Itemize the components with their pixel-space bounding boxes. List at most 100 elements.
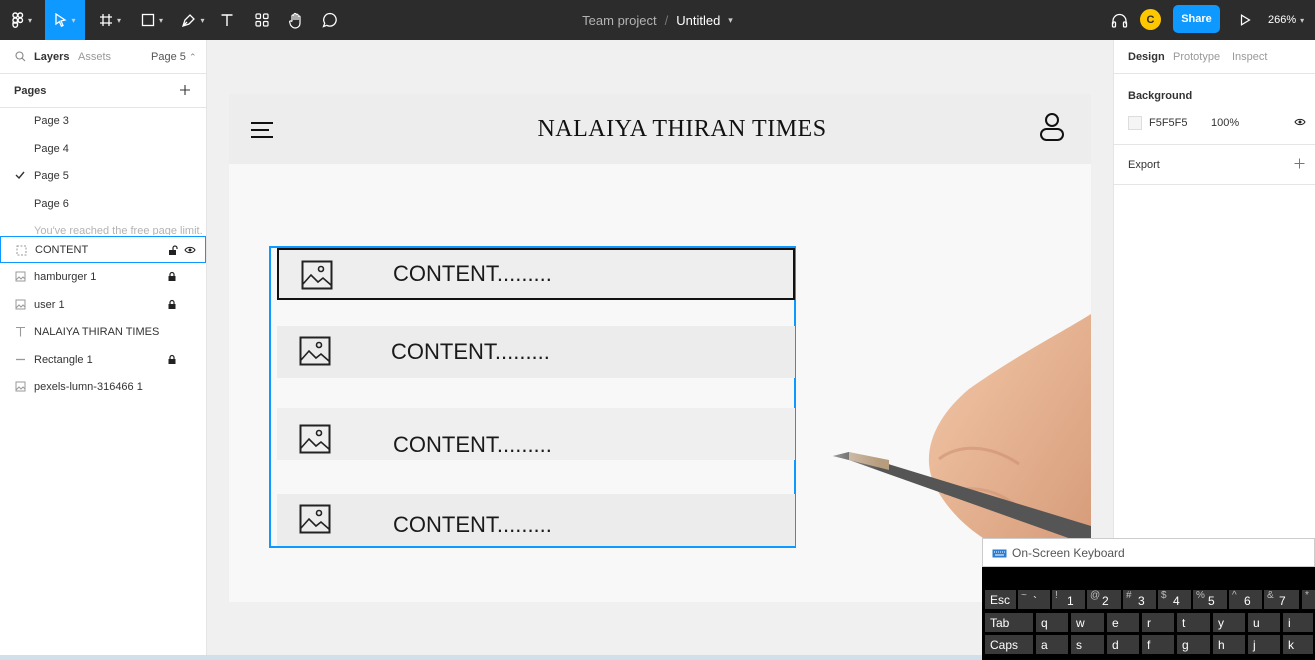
keyboard-key[interactable]: e: [1107, 613, 1139, 632]
page-frame[interactable]: NALAIYA THIRAN TIMES CONTENT......... CO…: [229, 94, 1091, 602]
pen-tool-button[interactable]: ▾: [177, 0, 209, 40]
keyboard-key[interactable]: h: [1213, 635, 1245, 654]
lock-icon[interactable]: [167, 354, 177, 365]
keyboard-key[interactable]: ^ 6: [1229, 590, 1262, 609]
page-item-page-5[interactable]: Page 5: [34, 170, 69, 182]
content-row[interactable]: CONTENT.........: [277, 408, 795, 460]
key-label: f: [1147, 638, 1151, 652]
text-tool-button[interactable]: [217, 0, 237, 40]
add-page-icon[interactable]: [179, 84, 191, 96]
site-title[interactable]: NALAIYA THIRAN TIMES: [229, 116, 1091, 143]
background-hex-input[interactable]: F5F5F5: [1149, 117, 1188, 129]
keyboard-key[interactable]: a: [1036, 635, 1068, 654]
content-row[interactable]: CONTENT.........: [277, 248, 795, 300]
hand-tool-button[interactable]: [285, 0, 307, 40]
content-list[interactable]: CONTENT......... CONTENT......... CONTEN…: [269, 246, 796, 548]
key-label: w: [1076, 616, 1085, 630]
keyboard-key[interactable]: & 7: [1264, 590, 1299, 609]
content-label: CONTENT.........: [391, 339, 550, 364]
content-row[interactable]: CONTENT.........: [277, 494, 795, 546]
keyboard-key[interactable]: Caps: [985, 635, 1033, 654]
file-name[interactable]: Untitled: [676, 13, 720, 28]
keyboard-key[interactable]: *: [1302, 590, 1315, 609]
audio-button[interactable]: [1109, 0, 1129, 40]
title-separator: /: [664, 12, 669, 28]
page-selector[interactable]: Page 5 ⌃: [151, 51, 196, 63]
keyboard-key[interactable]: i: [1283, 613, 1313, 632]
key-label: i: [1288, 616, 1291, 630]
move-tool-button[interactable]: ▾: [45, 0, 85, 40]
eye-icon[interactable]: [1294, 118, 1306, 126]
layer-row-hamburger[interactable]: hamburger 1: [0, 263, 206, 290]
text-icon: [16, 326, 25, 337]
tab-prototype[interactable]: Prototype: [1173, 51, 1220, 63]
tab-design[interactable]: Design: [1128, 51, 1165, 63]
present-button[interactable]: [1236, 0, 1254, 40]
unlock-icon[interactable]: [168, 245, 178, 256]
page-item-page-3[interactable]: Page 3: [34, 115, 69, 127]
layer-row-rectangle[interactable]: Rectangle 1: [0, 346, 206, 373]
frame-tool-button[interactable]: ▾: [94, 0, 126, 40]
keyboard-key[interactable]: ! 1: [1052, 590, 1085, 609]
content-label: CONTENT.........: [393, 432, 552, 457]
keyboard-key[interactable]: s: [1071, 635, 1104, 654]
search-icon[interactable]: [15, 51, 26, 62]
layer-row-title-text[interactable]: NALAIYA THIRAN TIMES: [0, 318, 206, 345]
keyboard-key[interactable]: #3: [1123, 590, 1156, 609]
team-name[interactable]: Team project: [582, 13, 656, 28]
keyboard-key[interactable]: g: [1177, 635, 1210, 654]
key-label: a: [1041, 638, 1048, 652]
keyboard-key[interactable]: d: [1107, 635, 1139, 654]
keyboard-key[interactable]: f: [1142, 635, 1174, 654]
keyboard-key[interactable]: t: [1177, 613, 1210, 632]
zoom-control[interactable]: 266% ▾: [1268, 0, 1304, 40]
layer-row-user[interactable]: user 1: [0, 291, 206, 318]
background-color-swatch[interactable]: [1128, 116, 1142, 130]
checkmark-icon: [15, 171, 25, 179]
chevron-down-icon[interactable]: ▾: [728, 15, 733, 26]
keyboard-key[interactable]: q: [1036, 613, 1068, 632]
keyboard-key[interactable]: ~ `: [1018, 590, 1050, 609]
user-avatar[interactable]: C: [1140, 9, 1161, 30]
lock-icon[interactable]: [167, 299, 177, 310]
layer-row-content[interactable]: CONTENT: [0, 236, 206, 263]
keyboard-key[interactable]: u: [1248, 613, 1280, 632]
keyboard-key[interactable]: @2: [1087, 590, 1121, 609]
comment-tool-button[interactable]: [319, 0, 341, 40]
key-label: 5: [1208, 594, 1215, 608]
share-button[interactable]: Share: [1173, 5, 1220, 33]
page-item-page-6[interactable]: Page 6: [34, 198, 69, 210]
image-icon: [299, 504, 331, 534]
keyboard-key[interactable]: Tab: [985, 613, 1033, 632]
lock-icon[interactable]: [167, 271, 177, 282]
main-menu-button[interactable]: ▾: [6, 0, 38, 40]
add-export-icon[interactable]: [1294, 158, 1305, 169]
keyboard-key[interactable]: w: [1071, 613, 1104, 632]
keyboard-key[interactable]: k: [1283, 635, 1313, 654]
keyboard-key[interactable]: y: [1213, 613, 1245, 632]
design-canvas[interactable]: NALAIYA THIRAN TIMES CONTENT......... CO…: [207, 40, 1113, 660]
resources-button[interactable]: [252, 0, 272, 40]
tab-assets[interactable]: Assets: [78, 51, 111, 63]
keyboard-key[interactable]: r: [1142, 613, 1174, 632]
layer-row-photo[interactable]: pexels-lumn-316466 1: [0, 373, 206, 400]
play-icon: [1240, 14, 1251, 26]
key-label: Caps: [990, 638, 1019, 652]
content-row[interactable]: CONTENT.........: [277, 326, 795, 378]
keyboard-key[interactable]: j: [1248, 635, 1280, 654]
chevron-down-icon: ▾: [71, 15, 76, 25]
keyboard-key[interactable]: $4: [1158, 590, 1191, 609]
tab-layers[interactable]: Layers: [34, 51, 69, 63]
keyboard-key[interactable]: Esc: [985, 590, 1016, 609]
keyboard-key[interactable]: % 5: [1193, 590, 1227, 609]
on-screen-keyboard[interactable]: On-Screen Keyboard Esc ~ `! 1 @2 #3 $4% 5 ^ 6 & 7 * T…: [982, 538, 1315, 660]
eye-icon[interactable]: [184, 246, 196, 254]
tab-inspect[interactable]: Inspect: [1232, 51, 1267, 63]
background-title: Background: [1128, 90, 1193, 102]
user-icon[interactable]: [1039, 112, 1065, 142]
page-item-page-4[interactable]: Page 4: [34, 143, 69, 155]
background-opacity-input[interactable]: 100%: [1211, 117, 1239, 129]
shape-tool-button[interactable]: ▾: [136, 0, 168, 40]
rectangle-icon: [141, 13, 155, 27]
keyboard-title-bar[interactable]: On-Screen Keyboard: [982, 538, 1315, 567]
